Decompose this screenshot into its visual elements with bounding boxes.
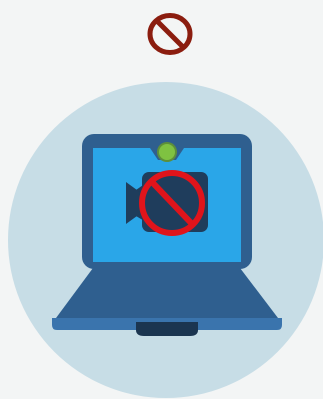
laptop-deck xyxy=(56,268,278,318)
webcam-indicator-icon xyxy=(159,144,175,160)
camera-disabled-illustration xyxy=(0,0,323,399)
laptop-hinge xyxy=(136,322,198,336)
laptop-scene xyxy=(8,82,323,398)
